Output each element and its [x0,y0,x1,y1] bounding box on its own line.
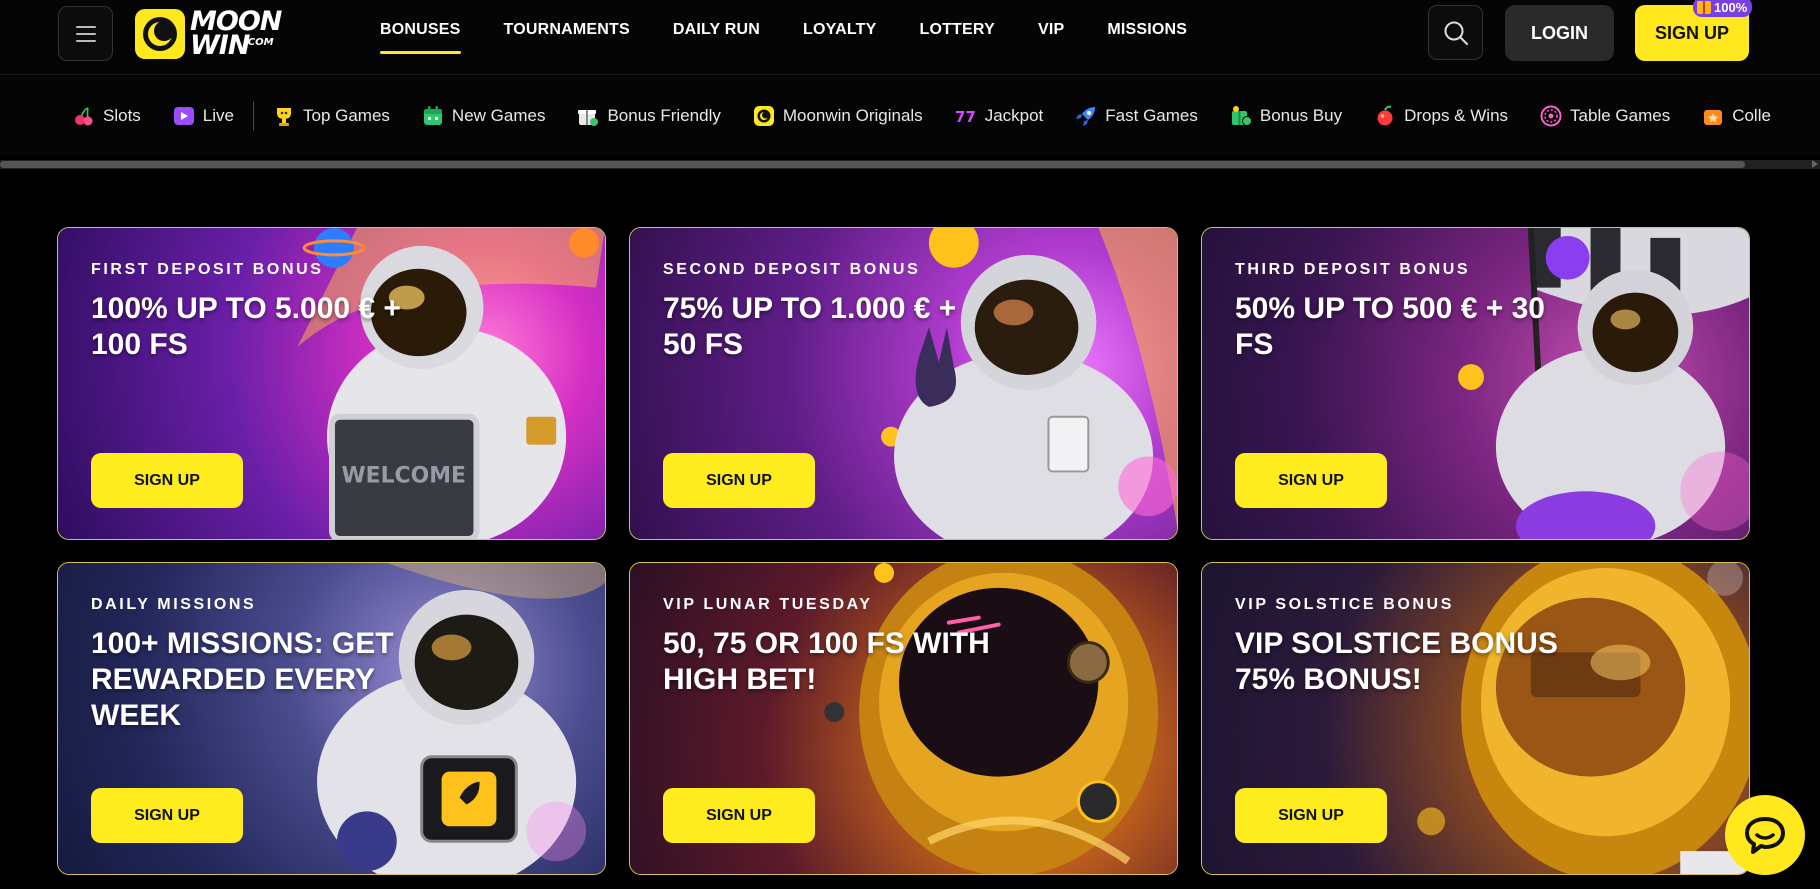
logo-suffix: .COM [244,37,274,48]
category-table-games[interactable]: Table Games [1540,105,1670,127]
category-label: Slots [103,106,141,125]
category-label: Colle [1732,106,1771,125]
category-jackpot[interactable]: 777 Jackpot [955,105,1044,127]
category-collections[interactable]: Colle [1702,105,1771,127]
bonus-kicker: THIRD DEPOSIT BONUS [1235,261,1471,278]
bonus-card-vip-lunar-tuesday[interactable]: VIP LUNAR TUESDAY 50, 75 OR 100 FS WITH … [629,562,1178,875]
bonus-kicker: SECOND DEPOSIT BONUS [663,261,921,278]
nav-vip[interactable]: VIP [1038,0,1064,60]
menu-line [75,32,96,35]
bonus-signup-button[interactable]: SIGN UP [1235,453,1387,508]
category-label: Top Games [302,106,390,125]
category-bonus-buy[interactable]: Bonus Buy [1230,105,1342,127]
search-button[interactable] [1428,5,1483,60]
category-label: New Games [451,106,546,125]
game-category-bar: Slots Live Top Games New Games Bonus Fri… [0,76,1820,156]
bonus-headline: 100% UP TO 5.000 € + 100 FS [91,292,401,361]
bonus-kicker: VIP SOLSTICE BONUS [1235,596,1454,613]
chat-bubble-icon [1745,817,1785,854]
category-label: Moonwin Originals [782,106,923,125]
gift-icon [578,110,599,126]
bonus-card-daily-missions[interactable]: DAILY MISSIONS 100+ MISSIONS: GET REWARD… [57,562,606,875]
jackpot-icon: 777 [955,108,977,126]
bonus-headline: VIP SOLSTICE BONUS 75% BONUS! [1235,627,1558,696]
live-chat-button[interactable] [1725,795,1805,875]
bonus-card-first-deposit[interactable]: WELCOME FIRST DEPOSIT BONUS 100% UP TO 5… [57,227,606,540]
bonus-kicker: FIRST DEPOSIT BONUS [91,261,324,278]
bonus-signup-button[interactable]: SIGN UP [91,453,243,508]
menu-line [75,39,96,42]
trophy-icon [276,108,291,126]
signup-badge-text: 100% [1714,0,1748,15]
bonus-signup-button[interactable]: SIGN UP [663,453,815,508]
category-slots[interactable]: Slots [73,105,141,127]
main-navigation: BONUSES TOURNAMENTS DAILY RUN LOYALTY LO… [380,0,1230,60]
top-header: MOON WIN .COM BONUSES TOURNAMENTS DAILY … [0,0,1820,75]
nav-loyalty[interactable]: LOYALTY [803,0,876,60]
nav-tournaments[interactable]: TOURNAMENTS [504,0,630,60]
category-divider [252,101,254,131]
signup-bonus-badge: 100% [1693,0,1753,17]
category-label: Jackpot [984,106,1044,125]
svg-text:WELCOME: WELCOME [341,463,466,488]
rocket-icon [1076,107,1096,126]
category-new-games[interactable]: New Games [422,105,546,127]
play-icon [173,107,194,125]
login-button[interactable]: LOGIN [1505,5,1614,61]
category-live[interactable]: Live [173,105,234,127]
category-fast-games[interactable]: Fast Games [1075,105,1198,127]
bonus-headline: 75% UP TO 1.000 € + 50 FS [663,292,957,361]
category-label: Bonus Buy [1259,106,1343,125]
category-label: Drops & Wins [1404,106,1509,125]
bonus-signup-button[interactable]: SIGN UP [663,788,815,843]
category-moonwin-originals[interactable]: Moonwin Originals [753,105,923,127]
svg-text:777: 777 [955,108,977,126]
category-label: Bonus Friendly [607,106,721,125]
gift-icon [1697,0,1711,14]
scroll-right-arrow-icon[interactable] [1812,160,1818,168]
calendar-icon [423,106,442,125]
category-list: Slots Live Top Games New Games Bonus Fri… [73,76,1803,156]
category-label: Live [202,106,234,125]
collection-icon [1704,110,1723,125]
cherry-icon [75,107,93,126]
category-label: Table Games [1570,106,1671,125]
search-icon [1444,21,1468,45]
bonus-headline: 50, 75 OR 100 FS WITH HIGH BET! [663,627,990,696]
moonwin-icon [753,106,774,126]
bonus-card-second-deposit[interactable]: SECOND DEPOSIT BONUS 75% UP TO 1.000 € +… [629,227,1178,540]
category-top-games[interactable]: Top Games [273,105,390,127]
bonus-card-vip-solstice[interactable]: VIP SOLSTICE BONUS VIP SOLSTICE BONUS 75… [1201,562,1750,875]
drops-icon [1377,105,1393,126]
menu-line [75,25,96,28]
nav-missions[interactable]: MISSIONS [1107,0,1187,60]
bonus-card-third-deposit[interactable]: THIRD DEPOSIT BONUS 50% UP TO 500 € + 30… [1201,227,1750,540]
bonus-signup-button[interactable]: SIGN UP [91,788,243,843]
hamburger-menu-button[interactable] [58,6,113,61]
category-label: Fast Games [1105,106,1198,125]
category-bonus-friendly[interactable]: Bonus Friendly [577,105,721,127]
nav-lottery[interactable]: LOTTERY [919,0,994,60]
category-drops-wins[interactable]: Drops & Wins [1374,105,1508,127]
category-scrollbar[interactable] [0,160,1820,169]
bonus-signup-button[interactable]: SIGN UP [1235,788,1387,843]
bonus-kicker: DAILY MISSIONS [91,596,257,613]
nav-bonuses[interactable]: BONUSES [380,0,461,60]
bonus-kicker: VIP LUNAR TUESDAY [663,596,873,613]
bonus-buy-icon [1231,106,1252,126]
roulette-icon [1540,105,1562,127]
scrollbar-thumb[interactable] [0,161,1745,168]
nav-daily-run[interactable]: DAILY RUN [673,0,760,60]
moonwin-logo-icon [135,9,185,59]
bonus-headline: 50% UP TO 500 € + 30 FS [1235,292,1545,361]
bonus-headline: 100+ MISSIONS: GET REWARDED EVERY WEEK [91,627,394,732]
logo-wordmark: MOON WIN .COM [190,8,282,58]
moonwin-logo[interactable]: MOON WIN .COM [134,6,282,62]
